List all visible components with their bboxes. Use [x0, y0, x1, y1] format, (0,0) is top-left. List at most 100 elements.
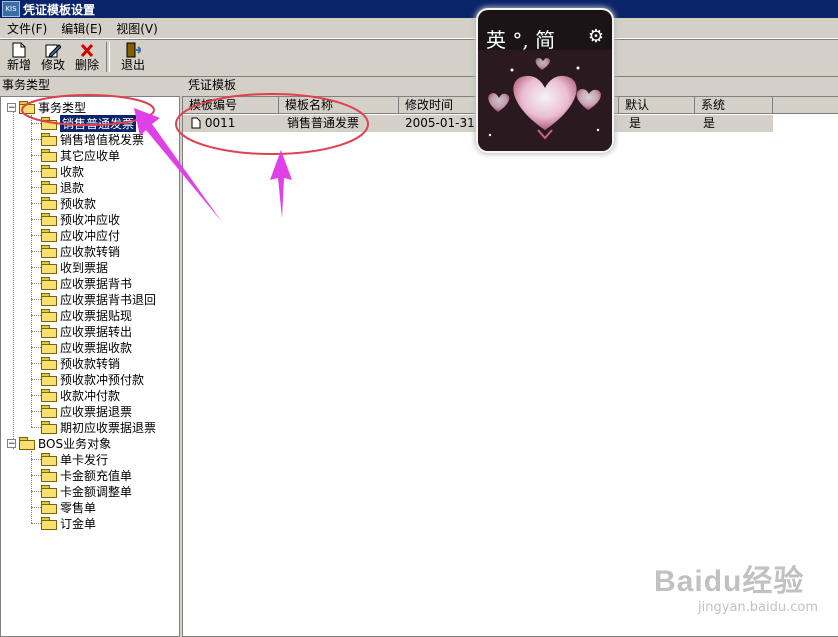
menu-bar: 文件(F) 编辑(E) 视图(V): [0, 18, 838, 39]
tree-item[interactable]: 卡金额调整单: [41, 483, 132, 499]
tree-item-label: 退款: [60, 180, 85, 195]
voucher-template-panel: 凭证模板 模板编号 模板名称 修改时间 默认 系统 0011 销售普通发票 20…: [182, 76, 838, 637]
tree-item-label: 应收票据收款: [60, 340, 133, 355]
tree-item[interactable]: 销售增值税发票: [41, 131, 144, 147]
folder-icon: [41, 117, 57, 130]
menu-file[interactable]: 文件(F): [0, 20, 54, 37]
tree-item-label: 其它应收单: [60, 148, 121, 163]
folder-icon: [41, 373, 57, 386]
folder-icon: [41, 213, 57, 226]
gear-icon[interactable]: ⚙: [588, 26, 604, 47]
tree-item-label: 应收票据转出: [60, 324, 133, 339]
tree-item[interactable]: 应收票据背书: [41, 275, 132, 291]
new-button-label: 新增: [6, 58, 31, 72]
tree-item-label: 预收款: [60, 196, 97, 211]
tree-item[interactable]: 期初应收票据退票: [41, 419, 156, 435]
tree-item[interactable]: 预收款转销: [41, 355, 120, 371]
tree-item[interactable]: 应收款转销: [41, 243, 120, 259]
column-header-code[interactable]: 模板编号: [183, 97, 279, 114]
folder-icon: [41, 485, 57, 498]
transaction-type-tree[interactable]: − 事务类型 销售普通发票 销售增值税发票 其它应收单 收款 退款 预收款 预收冲应收 应收冲…: [0, 96, 180, 637]
tree-item[interactable]: 其它应收单: [41, 147, 120, 163]
tree-item[interactable]: 预收款: [41, 195, 96, 211]
tree-line: [31, 395, 41, 396]
tree-item-label: 预收冲应收: [60, 212, 121, 227]
tree-line: [31, 123, 41, 124]
tree-item-label: 期初应收票据退票: [60, 420, 157, 435]
folder-icon: [41, 309, 57, 322]
tree-item[interactable]: 预收冲应收: [41, 211, 120, 227]
tree-item[interactable]: 零售单: [41, 499, 96, 515]
tree-line: [31, 219, 41, 220]
tree-item-label: 收到票据: [60, 260, 109, 275]
collapse-icon[interactable]: −: [7, 438, 16, 448]
tree-item-label: 收款: [60, 164, 85, 179]
ime-mode-text: 英 °, 简: [486, 28, 556, 52]
folder-icon: [41, 197, 57, 210]
column-header-default[interactable]: 默认: [619, 97, 695, 114]
tree-item-label: 预收款冲预付款: [60, 372, 145, 387]
tree-line: [31, 267, 41, 268]
folder-icon: [41, 389, 57, 402]
folder-icon: [41, 469, 57, 482]
folder-icon: [41, 261, 57, 274]
tree-root-bos-objects[interactable]: − BOS业务对象: [7, 435, 111, 451]
folder-icon: [41, 517, 57, 530]
edit-button-label: 修改: [40, 58, 65, 72]
edit-icon: [45, 44, 61, 58]
folder-icon: [41, 229, 57, 242]
tree-item[interactable]: 收到票据: [41, 259, 108, 275]
tree-item[interactable]: 应收票据转出: [41, 323, 132, 339]
ime-skin-overlay[interactable]: 英 °, 简 ⚙: [478, 10, 612, 151]
tree-item[interactable]: 应收票据贴现: [41, 307, 132, 323]
tree-item-label: 应收票据背书退回: [60, 292, 157, 307]
column-header-name[interactable]: 模板名称: [279, 97, 399, 114]
tree-item[interactable]: 销售普通发票: [41, 114, 137, 132]
menu-view[interactable]: 视图(V): [109, 20, 165, 37]
tree-item-label: 销售增值税发票: [60, 132, 145, 147]
column-header-system[interactable]: 系统: [695, 97, 773, 114]
menu-edit[interactable]: 编辑(E): [54, 20, 109, 37]
tree-line: [31, 187, 41, 188]
tree-root-transaction-types[interactable]: − 事务类型: [7, 99, 86, 115]
tree-item-label: 卡金额调整单: [60, 484, 133, 499]
tree-item[interactable]: 预收款冲预付款: [41, 371, 144, 387]
tree-item-label: 预收款转销: [60, 356, 121, 371]
tree-item-label: 订金单: [60, 516, 97, 531]
tree-item[interactable]: 订金单: [41, 515, 96, 531]
delete-button[interactable]: 删除: [72, 40, 102, 74]
left-panel-header: 事务类型: [2, 78, 51, 92]
tree-item[interactable]: 卡金额充值单: [41, 467, 132, 483]
tree-item[interactable]: 应收冲应付: [41, 227, 120, 243]
tree-line: [13, 111, 14, 449]
tree-item[interactable]: 收款冲付款: [41, 387, 120, 403]
tree-item-label: 应收票据退票: [60, 404, 133, 419]
toolbar: 新增 修改 删除 退出: [0, 39, 838, 77]
tree-item-label: 应收票据背书: [60, 276, 133, 291]
tree-node-label: 事务类型: [38, 100, 87, 115]
column-header-filler: [773, 97, 838, 114]
tree-item[interactable]: 应收票据退票: [41, 403, 132, 419]
exit-button-label: 退出: [120, 58, 145, 72]
tree-line: [31, 451, 32, 523]
tree-item[interactable]: 单卡发行: [41, 451, 108, 467]
tree-item[interactable]: 退款: [41, 179, 84, 195]
tree-line: [31, 507, 41, 508]
tree-item[interactable]: 应收票据收款: [41, 339, 132, 355]
collapse-icon[interactable]: −: [7, 102, 16, 112]
template-system: 是: [703, 116, 716, 130]
folder-icon: [19, 101, 35, 114]
transaction-type-panel: 事务类型 − 事务类型 销售普通发票 销售增值税发票 其它应收单 收款 退款 预收款 预收冲…: [0, 76, 180, 637]
toolbar-separator: [106, 42, 110, 72]
exit-button[interactable]: 退出: [118, 40, 148, 74]
tree-line: [31, 379, 41, 380]
edit-button[interactable]: 修改: [38, 40, 68, 74]
tree-item[interactable]: 收款: [41, 163, 84, 179]
tree-item[interactable]: 应收票据背书退回: [41, 291, 156, 307]
folder-icon: [41, 165, 57, 178]
tree-item-label: 应收票据贴现: [60, 308, 133, 323]
tree-item-label: 单卡发行: [60, 452, 109, 467]
tree-item-label: 应收冲应付: [60, 228, 121, 243]
new-button[interactable]: 新增: [4, 40, 34, 74]
delete-x-icon: [80, 43, 94, 58]
